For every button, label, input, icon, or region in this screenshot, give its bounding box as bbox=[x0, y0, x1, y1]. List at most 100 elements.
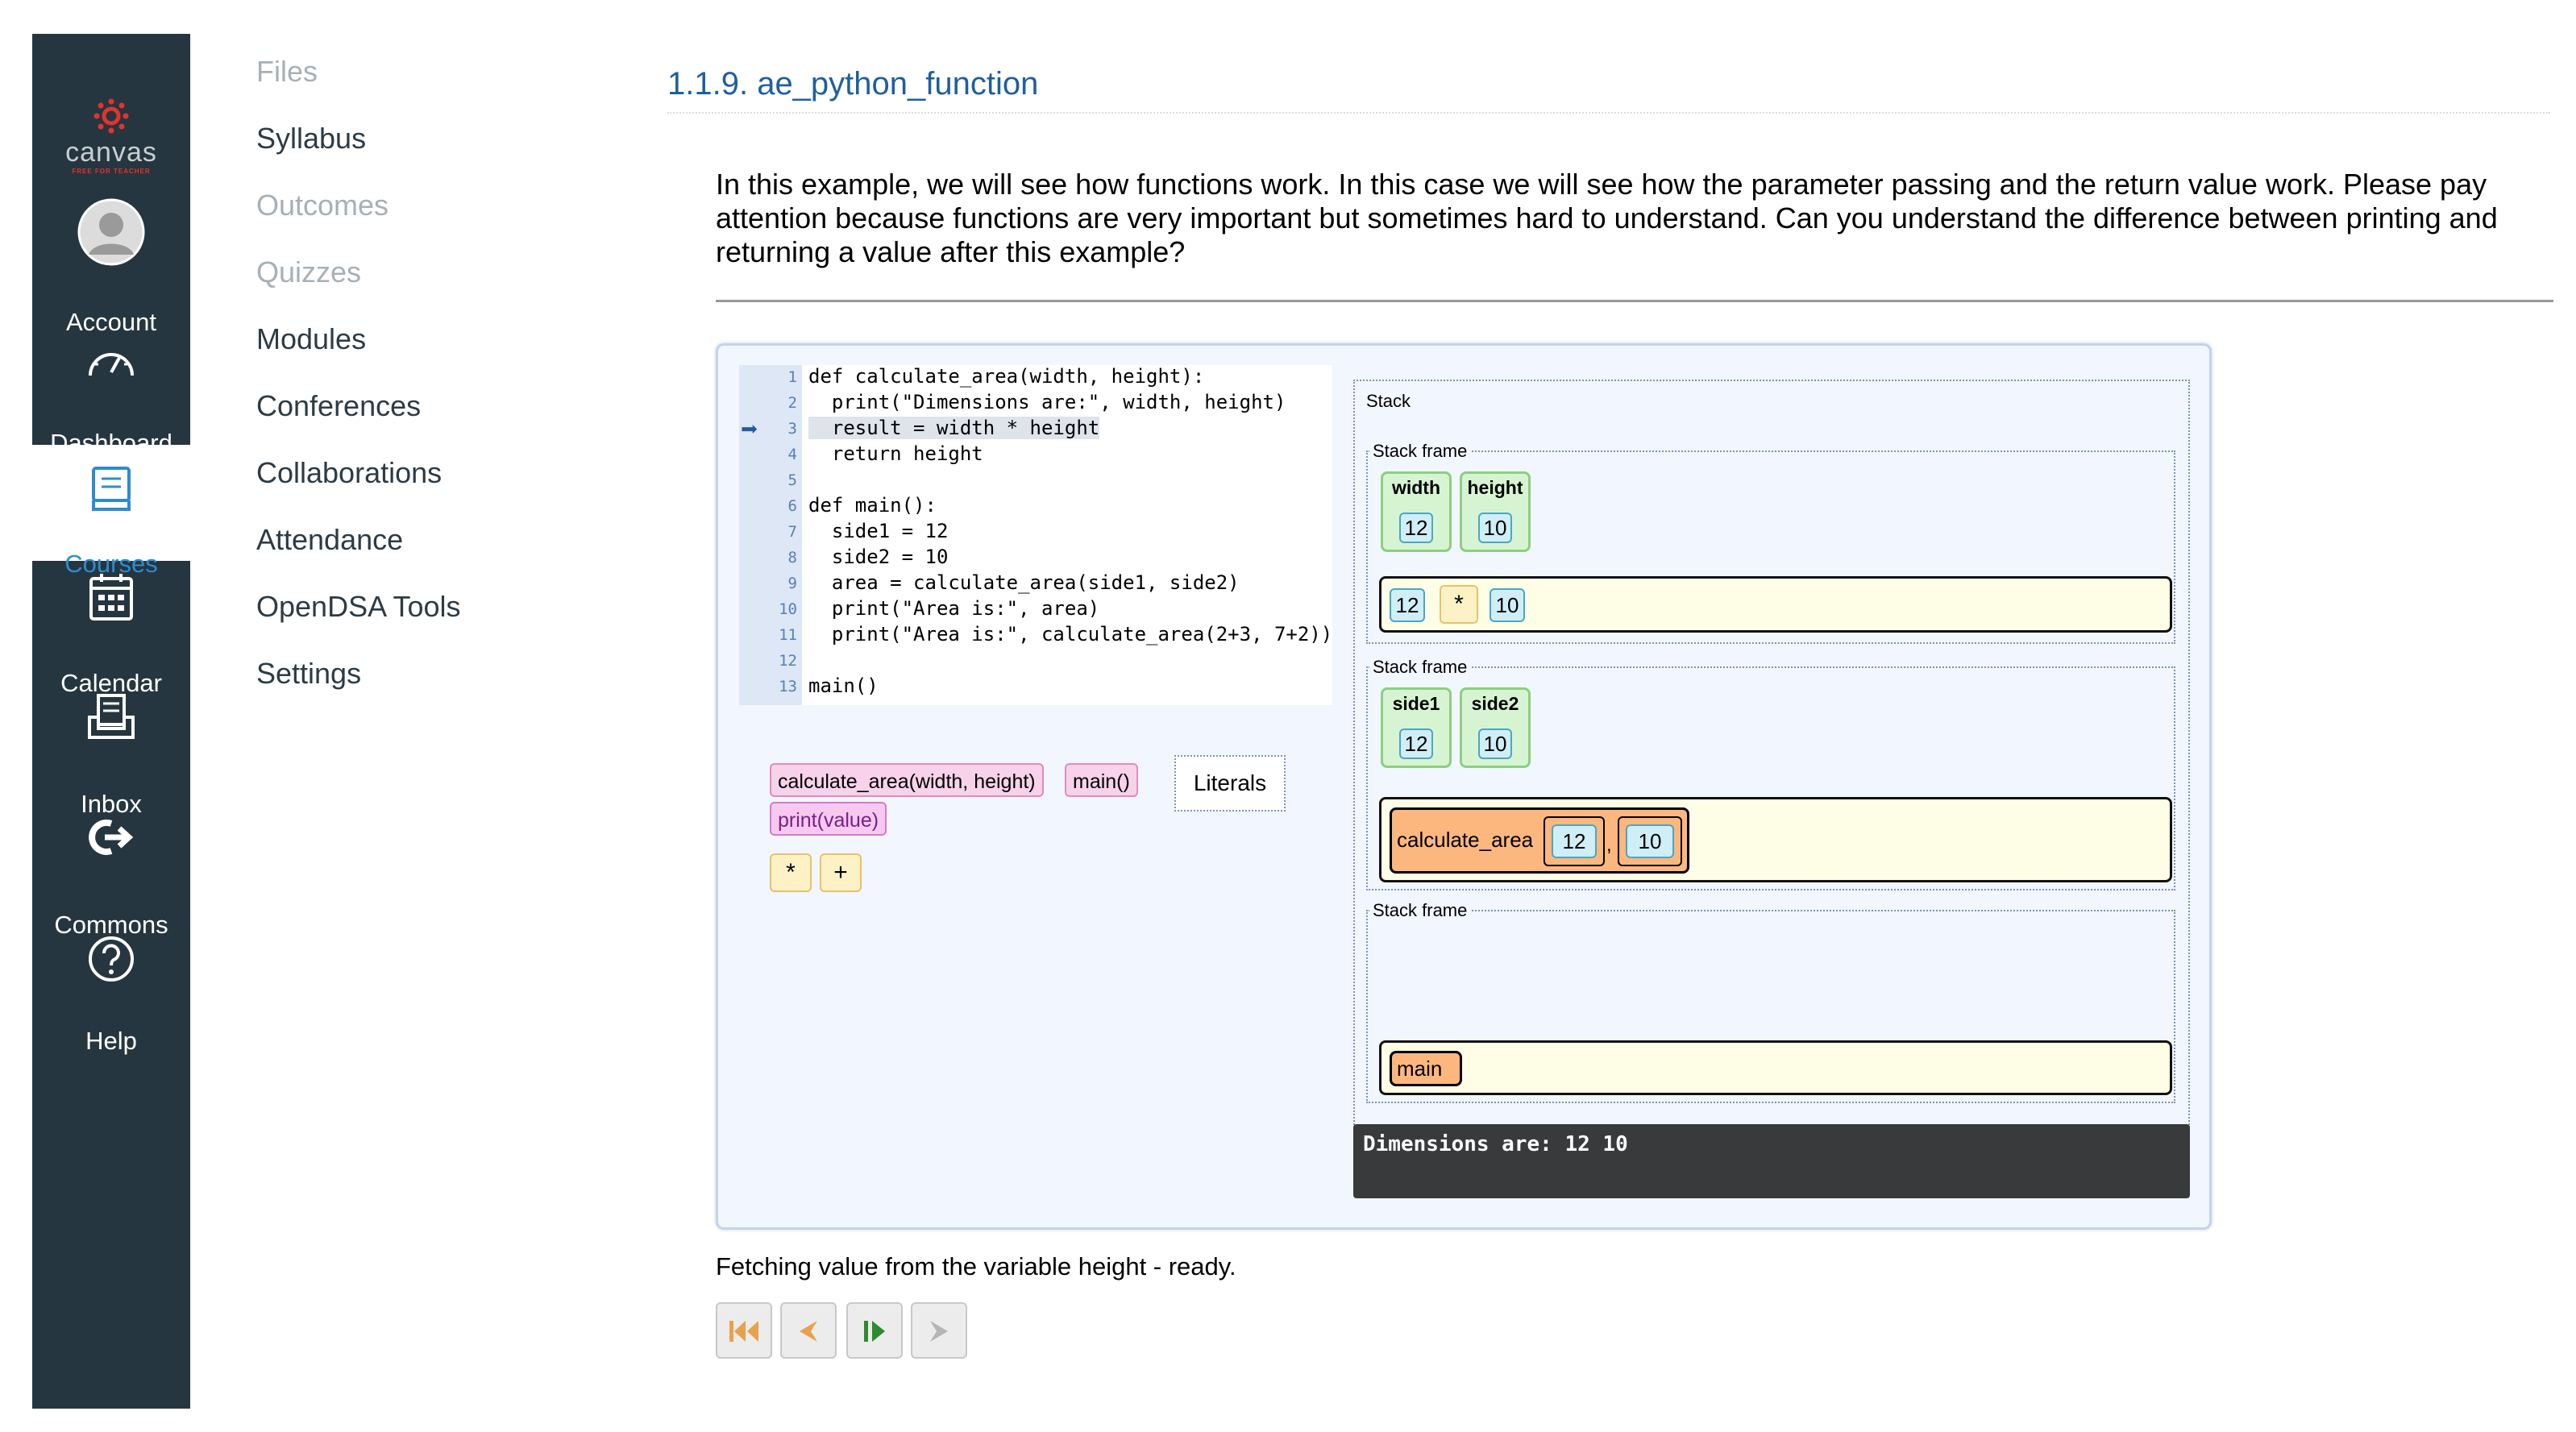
variable-value: 12 bbox=[1399, 728, 1433, 759]
line-number: 10 bbox=[779, 600, 797, 618]
stack-frame-label: Stack frame bbox=[1369, 441, 1471, 462]
nav-dashboard[interactable]: Dashboard bbox=[32, 340, 190, 457]
variable-name: side2 bbox=[1471, 693, 1519, 714]
course-nav-attendance[interactable]: Attendance bbox=[256, 523, 403, 557]
next-step-button[interactable] bbox=[846, 1302, 903, 1359]
nav-courses[interactable]: Courses bbox=[32, 445, 190, 578]
line-number: 13 bbox=[779, 678, 797, 695]
course-nav-outcomes: Outcomes bbox=[256, 189, 389, 222]
courses-icon bbox=[92, 467, 131, 511]
stack-label: Stack bbox=[1363, 391, 1415, 412]
course-nav-settings[interactable]: Settings bbox=[256, 657, 361, 691]
line-number: 7 bbox=[787, 523, 797, 541]
console-text: Dimensions are: 12 10 bbox=[1363, 1132, 1628, 1156]
code-line: print("Dimensions are:", width, height) bbox=[808, 391, 1286, 413]
rewind-icon bbox=[729, 1321, 758, 1342]
nav-inbox[interactable]: Inbox bbox=[32, 691, 190, 818]
stack-frame-label: Stack frame bbox=[1369, 657, 1471, 678]
commons-icon bbox=[89, 820, 134, 855]
variable-value: 12 bbox=[1399, 513, 1433, 543]
inbox-icon bbox=[88, 694, 135, 739]
line-number: 12 bbox=[779, 652, 797, 670]
last-step-button[interactable] bbox=[911, 1302, 967, 1359]
function-arg-separator: , bbox=[1606, 834, 1612, 856]
variable-side2: side2 10 bbox=[1460, 687, 1531, 768]
line-number: 3 bbox=[787, 420, 797, 438]
line-number: 9 bbox=[787, 575, 797, 592]
code-line-current: result = width * height bbox=[808, 417, 1100, 439]
expression-operator: * bbox=[1440, 585, 1478, 624]
expression-row: 12 * 10 bbox=[1379, 576, 2172, 633]
line-number: 4 bbox=[787, 446, 797, 463]
canvas-logo[interactable]: canvas FREE FOR TEACHER bbox=[32, 66, 190, 187]
block-main[interactable]: main() bbox=[1065, 763, 1138, 797]
first-step-button[interactable] bbox=[716, 1302, 772, 1359]
line-number: 6 bbox=[787, 497, 797, 515]
stack-frame-main: Stack frame main bbox=[1366, 900, 2175, 1103]
stack-frame-calculate-area: Stack frame width 12 height 10 12 * 10 bbox=[1366, 441, 2175, 644]
block-operator-plus[interactable]: + bbox=[820, 853, 862, 892]
stack-frame-label: Stack frame bbox=[1369, 900, 1471, 921]
course-nav-modules[interactable]: Modules bbox=[256, 322, 366, 356]
intro-divider bbox=[716, 300, 2553, 302]
nav-commons[interactable]: Commons bbox=[32, 814, 190, 939]
course-nav-collaborations[interactable]: Collaborations bbox=[256, 456, 442, 490]
line-number: 11 bbox=[779, 626, 797, 644]
code-editor: ➡ 1 def calculate_area(width, height): 2… bbox=[739, 365, 1332, 705]
intro-paragraph: In this example, we will see how functio… bbox=[716, 168, 2498, 268]
variable-name: width bbox=[1391, 477, 1441, 498]
function-arg-box: 10 bbox=[1618, 816, 1682, 866]
function-arg-box: 12 bbox=[1544, 816, 1605, 866]
variable-value: 10 bbox=[1478, 728, 1512, 759]
function-arg-value: 10 bbox=[1626, 824, 1674, 858]
step-status-text: Fetching value from the variable height … bbox=[716, 1252, 1236, 1280]
expression-row: calculate_area 12 , 10 bbox=[1379, 797, 2172, 882]
line-number: 2 bbox=[787, 394, 797, 412]
variable-name: side1 bbox=[1392, 693, 1440, 714]
variable-width: width 12 bbox=[1381, 471, 1452, 552]
back-icon bbox=[800, 1321, 817, 1342]
course-nav-syllabus[interactable]: Syllabus bbox=[256, 122, 366, 156]
nav-help-label: Help bbox=[85, 1027, 137, 1055]
title-divider bbox=[667, 112, 2550, 114]
stack-panel: Stack Stack frame width 12 height 10 12 … bbox=[1353, 380, 2190, 1140]
global-nav: canvas FREE FOR TEACHER Account Dashboar… bbox=[32, 34, 190, 1409]
logo-wordmark: canvas bbox=[65, 137, 157, 168]
nav-account-label: Account bbox=[65, 308, 156, 336]
nav-account[interactable]: Account bbox=[32, 195, 190, 336]
prev-step-button[interactable] bbox=[780, 1302, 837, 1359]
stack-frame-main-locals: Stack frame side1 12 side2 10 calculate_… bbox=[1366, 657, 2175, 890]
block-calculate-area[interactable]: calculate_area(width, height) bbox=[770, 763, 1044, 797]
line-number: 1 bbox=[787, 368, 797, 386]
code-line: def calculate_area(width, height): bbox=[808, 365, 1205, 388]
code-line: side2 = 10 bbox=[808, 546, 949, 568]
variable-side1: side1 12 bbox=[1381, 687, 1452, 768]
course-nav-conferences[interactable]: Conferences bbox=[256, 389, 421, 423]
variable-value: 10 bbox=[1478, 513, 1512, 543]
expression-operand: 10 bbox=[1490, 588, 1525, 622]
visualization-panel: ➡ 1 def calculate_area(width, height): 2… bbox=[716, 343, 2212, 1230]
code-line: main() bbox=[808, 674, 879, 697]
line-number: 5 bbox=[787, 471, 797, 489]
course-nav-opendsa-tools[interactable]: OpenDSA Tools bbox=[256, 590, 461, 624]
section-title: 1.1.9. ae_python_function bbox=[667, 66, 1039, 102]
block-print[interactable]: print(value) bbox=[770, 802, 887, 836]
function-arg-value: 12 bbox=[1552, 824, 1597, 858]
logo-tagline: FREE FOR TEACHER bbox=[72, 168, 151, 175]
nav-calendar[interactable]: Calendar bbox=[32, 571, 190, 697]
variable-name: height bbox=[1467, 477, 1523, 498]
course-nav-files: Files bbox=[256, 55, 318, 88]
canvas-logo-icon bbox=[93, 98, 129, 134]
dashboard-icon bbox=[89, 353, 134, 376]
play-step-icon bbox=[864, 1321, 885, 1342]
account-icon bbox=[77, 198, 145, 266]
literals-box[interactable]: Literals bbox=[1174, 755, 1286, 811]
code-line: return height bbox=[808, 442, 983, 465]
course-nav-quizzes: Quizzes bbox=[256, 255, 362, 288]
calendar-icon bbox=[89, 574, 133, 621]
expression-row: main bbox=[1379, 1040, 2172, 1095]
code-line: area = calculate_area(side1, side2) bbox=[808, 571, 1240, 594]
code-line: def main(): bbox=[808, 494, 937, 517]
block-operator-multiply[interactable]: * bbox=[770, 853, 812, 892]
nav-help[interactable]: Help bbox=[32, 935, 190, 1055]
